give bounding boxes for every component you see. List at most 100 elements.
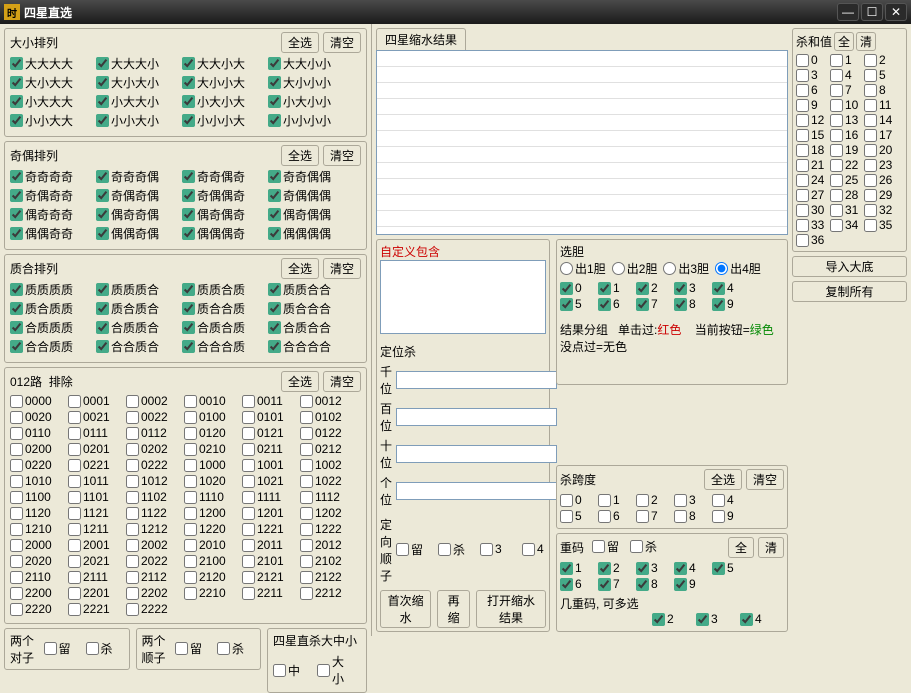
chong-clr[interactable]: 清 bbox=[758, 537, 784, 558]
sha-list-cb[interactable] bbox=[864, 144, 877, 157]
sha-list-cb[interactable] bbox=[796, 204, 809, 217]
lu012-list-cb[interactable] bbox=[184, 395, 197, 408]
lu012-list-item[interactable]: 1022 bbox=[300, 474, 352, 488]
jiou-list-item[interactable]: 奇奇奇奇 bbox=[10, 168, 90, 185]
daxiao-list-cb[interactable] bbox=[268, 95, 281, 108]
dan-digits-item[interactable]: 2 bbox=[636, 281, 668, 295]
dan-r1[interactable] bbox=[560, 262, 573, 275]
daxiao-list-item[interactable]: 大大大大 bbox=[10, 55, 90, 72]
daxiao-list-item[interactable]: 大大大小 bbox=[96, 55, 176, 72]
lu012-list-item[interactable]: 2101 bbox=[242, 554, 294, 568]
daxiao-list-item[interactable]: 大大小大 bbox=[182, 55, 262, 72]
dan-digits-item[interactable]: 7 bbox=[636, 297, 668, 311]
lu012-list-cb[interactable] bbox=[300, 523, 313, 536]
lu012-list-item[interactable]: 0001 bbox=[68, 394, 120, 408]
chong-list-cb[interactable] bbox=[636, 562, 649, 575]
lu012-list-cb[interactable] bbox=[10, 427, 23, 440]
daxiao-list-item[interactable]: 小小小小 bbox=[268, 112, 348, 129]
zhihe-list-cb[interactable] bbox=[268, 321, 281, 334]
lu012-list-item[interactable]: 2112 bbox=[126, 570, 178, 584]
sha-list-item[interactable]: 20 bbox=[864, 143, 898, 157]
zhihe-list-cb[interactable] bbox=[268, 283, 281, 296]
lu012-list-cb[interactable] bbox=[300, 427, 313, 440]
sha-list-item[interactable]: 28 bbox=[830, 188, 864, 202]
zhihe-list-item[interactable]: 合合合质 bbox=[182, 338, 262, 355]
daxiao-list-item[interactable]: 大小大大 bbox=[10, 74, 90, 91]
chong-list-item[interactable]: 4 bbox=[674, 561, 706, 575]
jiou-list-item[interactable]: 奇偶奇偶 bbox=[96, 187, 176, 204]
lu012-list-item[interactable]: 0211 bbox=[242, 442, 294, 456]
lu012-list-item[interactable]: 1210 bbox=[10, 522, 62, 536]
lu012-list-item[interactable]: 0121 bbox=[242, 426, 294, 440]
lu012-list-item[interactable]: 2011 bbox=[242, 538, 294, 552]
chong-sub-list-item[interactable]: 3 bbox=[696, 612, 734, 626]
sha-list-cb[interactable] bbox=[796, 99, 809, 112]
sha-dzx-ds[interactable] bbox=[317, 664, 330, 677]
daxiao-list-cb[interactable] bbox=[268, 76, 281, 89]
sha-list-item[interactable]: 30 bbox=[796, 203, 830, 217]
lu012-list-item[interactable]: 1112 bbox=[300, 490, 352, 504]
sha-list-item[interactable]: 27 bbox=[796, 188, 830, 202]
lu012-list-cb[interactable] bbox=[68, 603, 81, 616]
daxiao-list-cb[interactable] bbox=[268, 114, 281, 127]
lu012-list-cb[interactable] bbox=[68, 443, 81, 456]
lu012-list-cb[interactable] bbox=[242, 395, 255, 408]
lu012-list-item[interactable]: 0010 bbox=[184, 394, 236, 408]
lu012-list-cb[interactable] bbox=[126, 603, 139, 616]
sha-list-cb[interactable] bbox=[864, 174, 877, 187]
daxiao-list-item[interactable]: 大小小小 bbox=[268, 74, 348, 91]
lu012-list-cb[interactable] bbox=[184, 571, 197, 584]
sha-list-item[interactable]: 36 bbox=[796, 233, 830, 247]
lu012-list-item[interactable]: 1021 bbox=[242, 474, 294, 488]
sha-list-item[interactable]: 15 bbox=[796, 128, 830, 142]
lu012-list-item[interactable]: 0101 bbox=[242, 410, 294, 424]
zhihe-list-item[interactable]: 合合质质 bbox=[10, 338, 90, 355]
sha-list-cb[interactable] bbox=[830, 114, 843, 127]
first-shrink-button[interactable]: 首次缩水 bbox=[380, 590, 431, 628]
dan-digits-cb[interactable] bbox=[636, 298, 649, 311]
sha-list-item[interactable]: 7 bbox=[830, 83, 864, 97]
lu012-list-cb[interactable] bbox=[242, 507, 255, 520]
sha-list-item[interactable]: 8 bbox=[864, 83, 898, 97]
sha-list-item[interactable]: 16 bbox=[830, 128, 864, 142]
sha-list-item[interactable]: 3 bbox=[796, 68, 830, 82]
lu012-list-item[interactable]: 2121 bbox=[242, 570, 294, 584]
sha-list-item[interactable]: 5 bbox=[864, 68, 898, 82]
kua-list-cb[interactable] bbox=[712, 494, 725, 507]
lu012-list-item[interactable]: 1120 bbox=[10, 506, 62, 520]
lu012-list-cb[interactable] bbox=[126, 395, 139, 408]
lu012-list-item[interactable]: 1211 bbox=[68, 522, 120, 536]
lu012-list-cb[interactable] bbox=[68, 427, 81, 440]
sha-list-item[interactable]: 9 bbox=[796, 98, 830, 112]
zhihe-list-cb[interactable] bbox=[182, 340, 195, 353]
zhihe-select-all[interactable]: 全选 bbox=[281, 258, 319, 279]
chong-list-cb[interactable] bbox=[560, 562, 573, 575]
bai-input[interactable] bbox=[396, 408, 557, 426]
lu012-list-cb[interactable] bbox=[126, 507, 139, 520]
jiou-list-cb[interactable] bbox=[268, 189, 281, 202]
sha-list-item[interactable]: 21 bbox=[796, 158, 830, 172]
lu012-list-cb[interactable] bbox=[184, 539, 197, 552]
daxiao-list-item[interactable]: 大小大小 bbox=[96, 74, 176, 91]
daxiao-list-cb[interactable] bbox=[96, 114, 109, 127]
daxiao-list-cb[interactable] bbox=[182, 76, 195, 89]
lu012-list-cb[interactable] bbox=[10, 587, 23, 600]
lu012-list-item[interactable]: 1212 bbox=[126, 522, 178, 536]
lu012-list-cb[interactable] bbox=[184, 475, 197, 488]
lu012-list-cb[interactable] bbox=[10, 395, 23, 408]
lu012-list-item[interactable]: 2202 bbox=[126, 586, 178, 600]
lu012-list-item[interactable]: 0110 bbox=[10, 426, 62, 440]
sha-list-cb[interactable] bbox=[864, 54, 877, 67]
lu012-list-cb[interactable] bbox=[126, 475, 139, 488]
sha-list-cb[interactable] bbox=[864, 204, 877, 217]
jiou-list-item[interactable]: 奇偶奇奇 bbox=[10, 187, 90, 204]
lu012-select-all[interactable]: 全选 bbox=[281, 371, 319, 392]
lu012-list-cb[interactable] bbox=[68, 523, 81, 536]
lu012-list-item[interactable]: 0000 bbox=[10, 394, 62, 408]
sha-list-cb[interactable] bbox=[796, 144, 809, 157]
lu012-list-item[interactable]: 0222 bbox=[126, 458, 178, 472]
sha-list-cb[interactable] bbox=[864, 219, 877, 232]
lu012-list-cb[interactable] bbox=[300, 491, 313, 504]
chong-sub-list-cb[interactable] bbox=[740, 613, 753, 626]
kua-list-item[interactable]: 4 bbox=[712, 493, 744, 507]
